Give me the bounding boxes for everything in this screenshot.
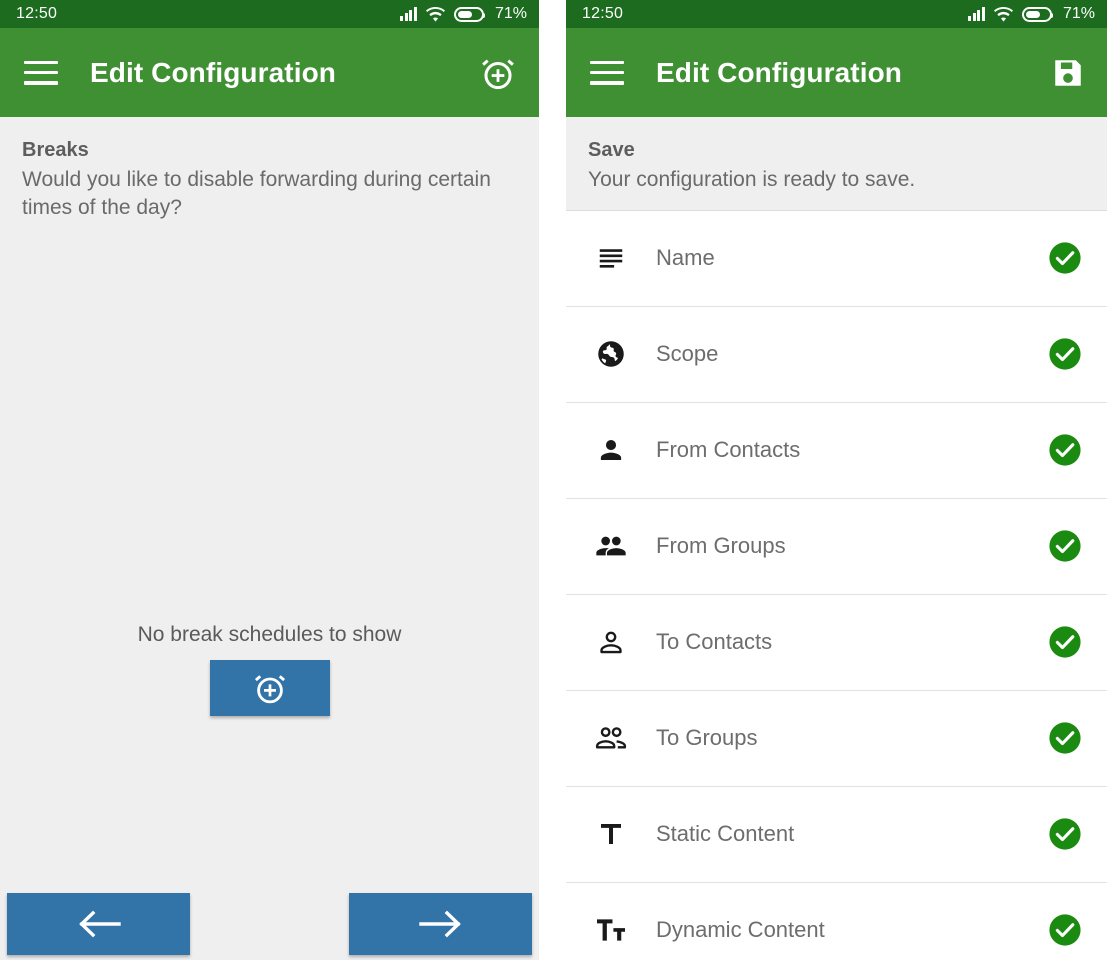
text-format-icon (594, 817, 628, 851)
page-title: Edit Configuration (656, 56, 902, 88)
list-item-label: To Groups (656, 725, 758, 751)
arrow-left-icon (76, 907, 122, 941)
list-item[interactable]: Dynamic Content (566, 882, 1107, 960)
list-item[interactable]: From Contacts (566, 402, 1107, 499)
status-bar-left: 12:50 71% (0, 0, 539, 28)
short-text-icon (594, 241, 628, 275)
list-item[interactable]: Name (566, 210, 1107, 307)
next-button[interactable] (349, 893, 532, 955)
battery-percent-label: 71% (1062, 5, 1095, 22)
globe-icon (594, 337, 628, 371)
wifi-icon (425, 6, 445, 22)
check-circle-icon (1048, 433, 1082, 467)
list-item[interactable]: To Groups (566, 690, 1107, 787)
panel-divider (539, 0, 566, 960)
section-title: Breaks (22, 139, 89, 161)
status-bar-clock: 12:50 (582, 5, 624, 22)
list-item-label: Dynamic Content (656, 917, 825, 943)
bottom-navigation (0, 893, 539, 955)
right-screen: 12:50 71% Edit Configuration Save Your c… (566, 0, 1107, 960)
signal-icon (968, 7, 985, 21)
section-subtitle: Your configuration is ready to save. (588, 168, 916, 191)
add-break-button[interactable] (209, 660, 330, 717)
list-item-label: From Groups (656, 533, 786, 559)
app-bar-right: Edit Configuration (566, 28, 1107, 117)
check-circle-icon (1048, 337, 1082, 371)
person-outline-icon (594, 625, 628, 659)
list-item[interactable]: To Contacts (566, 594, 1107, 691)
list-item-label: Name (656, 245, 715, 271)
list-item[interactable]: Scope (566, 306, 1107, 403)
text-fields-icon (594, 913, 628, 947)
section-title: Save (588, 139, 635, 161)
app-bar-left: Edit Configuration (0, 28, 539, 117)
left-screen: 12:50 71% Edit Configuration Breaks Woul… (0, 0, 539, 960)
battery-icon (453, 6, 485, 22)
person-filled-icon (594, 433, 628, 467)
arrow-right-icon (418, 907, 464, 941)
people-filled-icon (594, 529, 628, 563)
section-subtitle: Would you like to disable forwarding dur… (22, 168, 491, 219)
check-circle-icon (1048, 913, 1082, 947)
wifi-icon (993, 6, 1013, 22)
people-outline-icon (594, 721, 628, 755)
battery-percent-label: 71% (494, 5, 527, 22)
status-bar-clock: 12:50 (16, 5, 58, 22)
screenshot-root: 12:50 71% Edit Configuration Breaks Woul… (0, 0, 1107, 960)
list-item-label: From Contacts (656, 437, 801, 463)
check-circle-icon (1048, 529, 1082, 563)
empty-state-message: No break schedules to show (137, 623, 402, 647)
add-alarm-icon[interactable] (479, 54, 517, 92)
back-button[interactable] (7, 893, 190, 955)
status-bar-right: 12:50 71% (566, 0, 1107, 28)
status-bar-icons: 71% (968, 5, 1095, 23)
list-item-label: Scope (656, 341, 719, 367)
check-circle-icon (1048, 817, 1082, 851)
status-bar-icons: 71% (400, 5, 527, 23)
save-section-header: Save Your configuration is ready to save… (566, 117, 1107, 210)
breaks-list-body: No break schedules to show (0, 237, 539, 960)
save-floppy-icon[interactable] (1051, 56, 1085, 90)
hamburger-menu-icon[interactable] (24, 60, 58, 85)
check-circle-icon (1048, 721, 1082, 755)
empty-state: No break schedules to show (0, 623, 539, 717)
signal-icon (400, 7, 417, 21)
page-title: Edit Configuration (90, 56, 336, 88)
configuration-checklist: Name Scope From Contacts From Groups To … (566, 209, 1107, 960)
breaks-section-header: Breaks Would you like to disable forward… (0, 117, 539, 238)
check-circle-icon (1048, 241, 1082, 275)
list-item[interactable]: Static Content (566, 786, 1107, 883)
hamburger-menu-icon[interactable] (590, 60, 624, 85)
battery-icon (1021, 6, 1053, 22)
add-alarm-icon (252, 670, 288, 706)
list-item-label: To Contacts (656, 629, 773, 655)
list-item-label: Static Content (656, 821, 795, 847)
list-item[interactable]: From Groups (566, 498, 1107, 595)
check-circle-icon (1048, 625, 1082, 659)
